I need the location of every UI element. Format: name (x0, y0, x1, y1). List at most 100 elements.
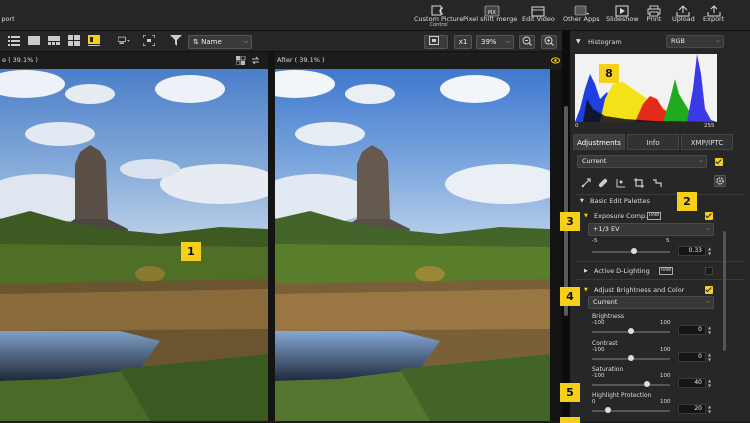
zoom-out-button[interactable] (519, 35, 535, 49)
upload-button[interactable]: Upload (672, 2, 695, 23)
collapse-arrow-icon[interactable]: ▼ (576, 38, 581, 45)
saturation-stepper[interactable]: ▲ ▼ (708, 378, 712, 388)
saturation-number-field[interactable]: 40 (678, 378, 706, 388)
abc-preset-select[interactable]: Current ⌵ (588, 296, 714, 309)
exposure-checkbox[interactable] (705, 212, 713, 220)
single-view-icon[interactable] (28, 35, 40, 46)
eye-icon[interactable] (551, 57, 560, 64)
saturation-min-label: -100 (592, 373, 605, 379)
histogram-max-label: 255 (704, 123, 715, 129)
brightness-slider-knob[interactable] (628, 328, 634, 334)
exposure-collapse-icon[interactable]: ▼ (584, 213, 588, 219)
histogram-channel-select[interactable]: RGB ⌵ (666, 35, 724, 48)
before-image (0, 69, 268, 421)
upload-label: Upload (672, 15, 695, 23)
divider (576, 261, 744, 262)
before-pane[interactable]: e ( 39.1% ) (0, 52, 268, 421)
dlighting-checkbox[interactable] (705, 267, 713, 275)
contrast-max-label: 100 (660, 347, 671, 353)
basic-edit-collapse-icon[interactable]: ▼ (580, 198, 584, 204)
slideshow-button[interactable]: Slideshow (606, 2, 639, 23)
display-options-icon[interactable] (118, 35, 130, 46)
saturation-slider-knob[interactable] (643, 381, 650, 387)
inner-scrollbar[interactable] (723, 231, 726, 351)
print-button[interactable]: Print (646, 2, 662, 23)
frame-icon (429, 36, 439, 45)
tab-info[interactable]: Info (627, 134, 679, 150)
brightness-min-label: -100 (592, 320, 605, 326)
highlight-max-label: 100 (660, 399, 671, 405)
settings-button[interactable] (714, 175, 726, 187)
brightness-number-field[interactable]: 0 (678, 325, 706, 335)
retouch-brush-icon[interactable] (598, 178, 608, 188)
compare-view-icon[interactable] (88, 35, 100, 46)
highlight-slider-knob[interactable] (604, 407, 611, 413)
callout-badge-5: 5 (560, 383, 580, 402)
contrast-stepper[interactable]: ▲ ▼ (708, 352, 712, 362)
exposure-slider-knob[interactable] (630, 248, 637, 254)
brightness-max-label: 100 (660, 320, 671, 326)
highlight-slider[interactable] (592, 407, 670, 413)
filter-icon[interactable] (170, 35, 182, 46)
after-pane[interactable]: After ( 39.1% ) (275, 52, 562, 421)
other-apps-button[interactable]: Other Apps (563, 2, 600, 23)
basic-edit-title: Basic Edit Palettes (590, 197, 650, 205)
brightness-stepper[interactable]: ▲ ▼ (708, 325, 712, 335)
exposure-number-field[interactable]: 0.33 (678, 246, 706, 256)
after-image (275, 69, 550, 421)
control-point-icon[interactable] (616, 178, 626, 188)
contrast-slider-knob[interactable] (628, 355, 634, 361)
tab-xmp-iptc[interactable]: XMP/IPTC (681, 134, 733, 150)
brightness-slider[interactable] (592, 328, 670, 334)
highlight-number-field[interactable]: 20 (678, 404, 706, 414)
dlighting-expand-icon[interactable]: ▶ (584, 268, 588, 274)
abc-preset-label: Current (593, 298, 618, 306)
contrast-number-field[interactable]: 0 (678, 352, 706, 362)
grid-view-icon[interactable] (68, 35, 80, 46)
pixel-shift-merge-button[interactable]: PIX Pixel shift merge (463, 2, 517, 23)
copy-settings-icon[interactable] (236, 56, 246, 65)
adjustment-preset-select[interactable]: Current ⌵ (577, 155, 707, 168)
list-view-icon[interactable] (8, 35, 20, 46)
edit-video-button[interactable]: Edit Video (522, 2, 555, 23)
chevron-down-icon: ⌵ (705, 299, 710, 305)
slideshow-label: Slideshow (606, 15, 639, 23)
sort-select[interactable]: ⇅ Name ⌵ (188, 35, 252, 49)
preset-checkbox[interactable] (715, 158, 723, 166)
abc-collapse-icon[interactable]: ▼ (584, 287, 588, 293)
sort-icon: ⇅ (193, 38, 202, 46)
raw-badge-icon: RAW (659, 267, 674, 275)
chevron-down-icon: ⌵ (243, 38, 248, 45)
saturation-slider[interactable] (592, 381, 670, 387)
histogram-title: Histogram (588, 38, 622, 46)
abc-checkbox[interactable] (705, 286, 713, 294)
main-toolbar: port Custom Picture Control PIX Pixel sh… (0, 0, 750, 31)
sync-icon[interactable] (251, 56, 260, 65)
zoom-in-button[interactable] (541, 35, 557, 49)
zoom-x1-label: x1 (458, 38, 468, 46)
scrollbar-thumb[interactable] (564, 106, 568, 316)
exposure-min-label: -5 (592, 238, 598, 244)
custom-picture-control-button[interactable]: Custom Picture Control (414, 2, 463, 28)
exposure-stepper[interactable]: ▲ ▼ (708, 246, 712, 256)
exposure-slider[interactable] (592, 248, 670, 254)
export-button[interactable]: Export (703, 2, 724, 23)
brightness-label: Brightness (592, 313, 624, 320)
crop-straighten-icon[interactable] (581, 178, 591, 188)
highlight-min-label: 0 (592, 399, 596, 405)
raw-badge-icon: RAW (647, 212, 662, 220)
export-partial-button[interactable]: port (0, 2, 16, 23)
straighten-icon[interactable] (652, 178, 662, 188)
split-view-icon[interactable] (48, 35, 60, 46)
zoom-select[interactable]: 39% ⌵ (476, 35, 514, 49)
contrast-slider[interactable] (592, 355, 670, 361)
highlight-stepper[interactable]: ▲ ▼ (708, 404, 712, 414)
tab-adjustments[interactable]: Adjustments (573, 134, 625, 150)
fit-screen-icon[interactable] (143, 35, 155, 46)
crop-icon[interactable] (634, 178, 644, 188)
exposure-max-label: 5 (666, 238, 670, 244)
exposure-select[interactable]: +1/3 EV ⌵ (588, 223, 714, 236)
display-mode-select[interactable] (424, 35, 448, 49)
contrast-label: Contrast (592, 340, 618, 347)
zoom-x1-button[interactable]: x1 (454, 35, 472, 49)
